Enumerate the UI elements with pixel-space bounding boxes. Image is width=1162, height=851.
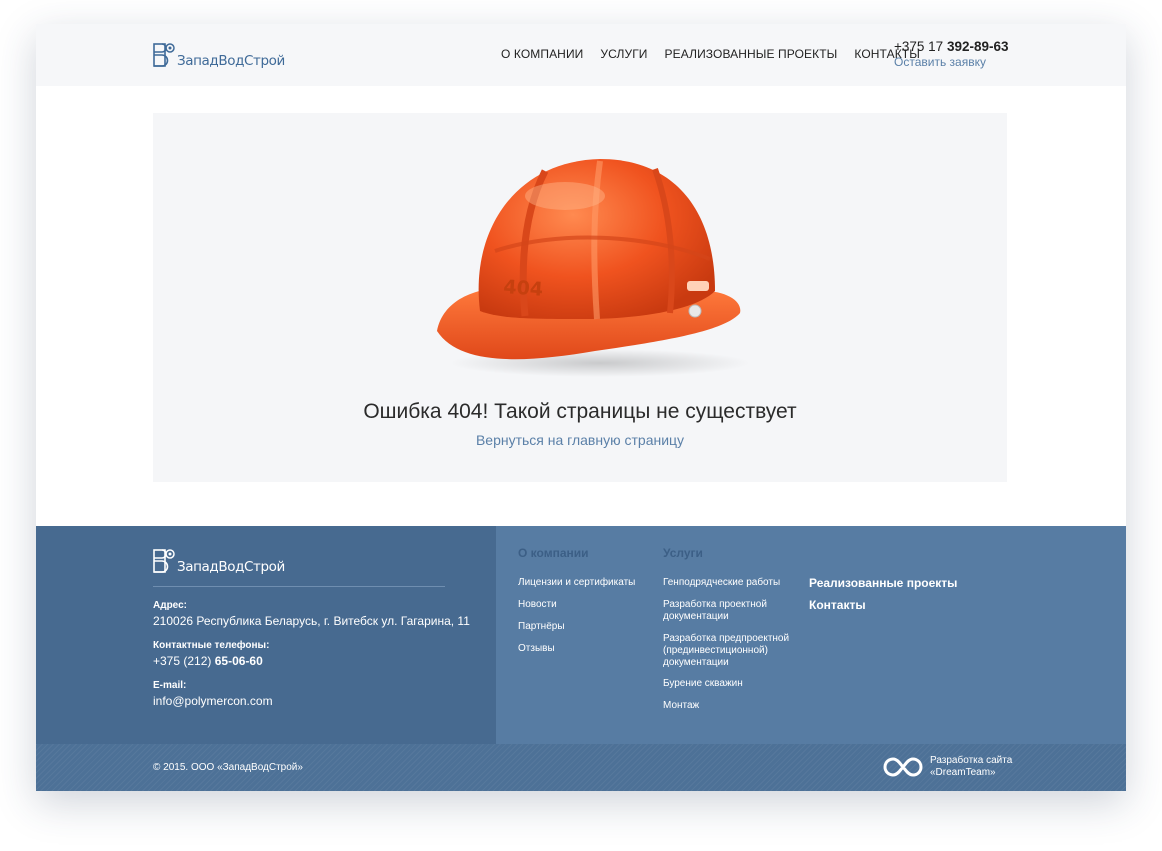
col-services-title[interactable]: Услуги [663,546,703,560]
link-licenses[interactable]: Лицензии и сертификаты [518,577,635,589]
logo-text: ЗападВодСтрой [177,53,285,69]
nav-item-projects[interactable]: РЕАЛИЗОВАННЫЕ ПРОЕКТЫ [665,47,838,61]
footer-links: О компании Лицензии и сертификаты Новост… [496,526,1126,744]
hard-hat-image: 404 [437,159,750,377]
nav-item-about[interactable]: О КОМПАНИИ [501,47,583,61]
address-label: Адрес: [153,600,187,611]
footer-logo[interactable]: ЗападВодСтрой [153,548,285,575]
col-about-title[interactable]: О компании [518,546,589,560]
developer-line2: «DreamTeam» [930,767,996,778]
link-reviews[interactable]: Отзывы [518,643,555,655]
main-nav: О КОМПАНИИ УСЛУГИ РЕАЛИЗОВАННЫЕ ПРОЕКТЫ … [501,47,937,61]
helmet-label: 404 [503,276,544,301]
nav-item-services[interactable]: УСЛУГИ [600,47,647,61]
page: ЗападВодСтрой О КОМПАНИИ УСЛУГИ РЕАЛИЗОВ… [36,24,1126,791]
header-contact: +375 17 392-89-63 Оставить заявку [894,39,1009,69]
footer-logo-text: ЗападВодСтрой [177,559,285,575]
link-general-contract[interactable]: Генподрядческие работы [663,577,780,589]
phones-label: Контактные телефоны: [153,640,270,651]
request-link[interactable]: Оставить заявку [894,55,1009,69]
phones-prefix: +375 (212) [153,654,212,668]
link-partners[interactable]: Партнёры [518,621,565,633]
header-phone[interactable]: +375 17 392-89-63 [894,39,1009,54]
site-header: ЗападВодСтрой О КОМПАНИИ УСЛУГИ РЕАЛИЗОВ… [36,24,1126,86]
link-preproject-docs[interactable]: Разработка предпроектной (прединвестицио… [663,633,791,669]
phones-value[interactable]: +375 (212) 65-06-60 [153,654,263,668]
footer-bottom-bar: © 2015. ООО «ЗападВодСтрой» Разработка с… [36,744,1126,791]
error-title: Ошибка 404! Такой страницы не существует [363,400,797,423]
phone-number: 392-89-63 [946,39,1009,54]
developer-line1: Разработка сайта [930,755,1013,766]
link-installation[interactable]: Монтаж [663,700,699,712]
link-news[interactable]: Новости [518,599,557,611]
copyright: © 2015. ООО «ЗападВодСтрой» [153,762,303,773]
address-value: 210026 Республика Беларусь, г. Витебск у… [153,614,470,628]
footer-divider [153,586,445,587]
email-label: E-mail: [153,680,187,691]
link-contacts[interactable]: Контакты [809,598,866,612]
link-projects[interactable]: Реализованные проекты [809,576,957,590]
phone-prefix: +375 17 [894,39,944,54]
email-value[interactable]: info@polymercon.com [153,694,273,708]
link-drilling[interactable]: Бурение скважин [663,678,743,690]
link-project-docs[interactable]: Разработка проектной документации [663,599,781,623]
developer-text: Разработка сайта «DreamTeam» [930,755,1020,779]
footer-logo-mark-icon [153,549,175,573]
developer-credit[interactable]: Разработка сайта «DreamTeam» [882,754,1020,780]
logo-mark-icon [153,43,175,67]
site-logo[interactable]: ЗападВодСтрой [153,38,285,69]
infinity-icon [883,757,923,777]
phones-number: 65-06-60 [214,654,263,668]
footer-info: ЗападВодСтрой Адрес: 210026 Республика Б… [36,526,496,744]
back-home-link[interactable]: Вернуться на главную страницу [153,432,1007,448]
error-panel: 404 Ошибка 404! Такой страницы не сущест… [153,113,1007,482]
